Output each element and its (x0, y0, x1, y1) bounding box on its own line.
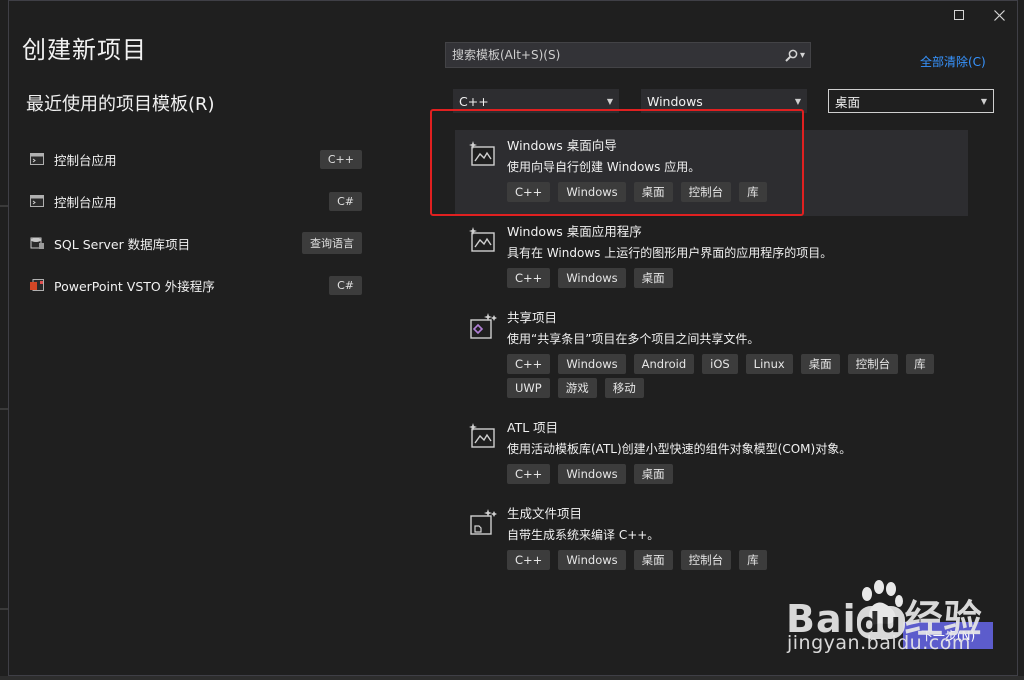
template-name: 生成文件项目 (507, 506, 583, 521)
template-tag: 桌面 (633, 464, 673, 484)
template-name: 共享项目 (507, 310, 558, 325)
project-type-filter-select[interactable]: 桌面 ▼ (828, 89, 994, 113)
template-tag: 控制台 (847, 354, 899, 374)
maximize-icon (954, 10, 964, 20)
template-description: 使用活动模板库(ATL)创建小型快速的组件对象模型(COM)对象。 (507, 442, 852, 456)
template-tag: C++ (507, 354, 551, 374)
language-filter-value: C++ (459, 93, 489, 109)
template-description: 自带生成系统来编译 C++。 (507, 528, 660, 542)
recent-item-tag: C# (329, 191, 362, 211)
template-tag: Windows (558, 354, 626, 374)
chevron-down-icon: ▾ (799, 49, 806, 61)
selection-highlight-annotation (430, 109, 804, 216)
template-tags: C++ Windows 桌面 (507, 268, 968, 292)
template-tag: 库 (906, 354, 934, 374)
recent-item-name: SQL Server 数据库项目 (54, 236, 191, 252)
template-tag: 移动 (604, 378, 644, 398)
template-tag: 库 (739, 550, 767, 570)
search-options-button[interactable]: ▾ (780, 43, 810, 67)
recent-item[interactable]: 控制台应用 C++ (26, 138, 362, 180)
recent-item-name: 控制台应用 (54, 194, 117, 210)
desktop-app-icon (469, 227, 495, 252)
recent-item[interactable]: 控制台应用 C# (26, 180, 362, 222)
background-edge (0, 205, 8, 207)
recent-templates-heading: 最近使用的项目模板(R) (26, 94, 215, 115)
background-edge (0, 608, 8, 610)
template-search-box: ▾ (445, 42, 811, 68)
platform-filter-value: Windows (647, 93, 703, 109)
template-description: 具有在 Windows 上运行的图形用户界面的应用程序的项目。 (507, 246, 833, 260)
makefile-project-icon (470, 509, 497, 535)
close-icon (993, 9, 1005, 21)
baidu-watermark-url: jingyan.baidu.com (787, 632, 971, 654)
template-tag: 桌面 (800, 354, 840, 374)
template-name: Windows 桌面应用程序 (507, 224, 642, 239)
template-tag: Windows (558, 268, 626, 288)
recent-item-tag: C# (329, 275, 362, 295)
chevron-down-icon: ▼ (794, 96, 801, 106)
template-tag: 桌面 (633, 550, 673, 570)
clear-all-link[interactable]: 全部清除(C) (920, 53, 986, 70)
recent-item-name: PowerPoint VSTO 外接程序 (54, 278, 215, 294)
close-button[interactable] (984, 4, 1014, 26)
recent-item[interactable]: PowerPoint VSTO 外接程序 C# (26, 264, 362, 306)
template-tag: UWP (507, 378, 550, 398)
template-item[interactable]: ATL 项目 使用活动模板库(ATL)创建小型快速的组件对象模型(COM)对象。… (455, 412, 968, 498)
template-item[interactable]: 共享项目 使用“共享条目”项目在多个项目之间共享文件。 C++ Windows … (455, 302, 968, 412)
powerpoint-icon (30, 279, 44, 291)
template-tag: C++ (507, 268, 551, 288)
template-tag: iOS (702, 354, 738, 374)
atl-project-icon (469, 423, 495, 448)
console-app-icon (30, 195, 44, 207)
template-tag: 桌面 (633, 268, 673, 288)
shared-project-icon (470, 313, 497, 339)
template-tag: 游戏 (557, 378, 597, 398)
template-tag: Android (633, 354, 695, 374)
chevron-down-icon: ▼ (980, 96, 987, 106)
background-edge (0, 408, 8, 410)
template-tag: C++ (507, 550, 551, 570)
template-tag: Linux (745, 354, 793, 374)
template-tags: C++ Windows 桌面 (507, 464, 968, 488)
database-icon (30, 237, 44, 249)
template-description: 使用“共享条目”项目在多个项目之间共享文件。 (507, 332, 760, 346)
recent-item[interactable]: SQL Server 数据库项目 查询语言 (26, 222, 362, 264)
recent-item-tag: 查询语言 (302, 232, 362, 254)
search-icon (785, 49, 798, 62)
template-tags: C++ Windows 桌面 控制台 库 (507, 550, 968, 574)
template-tag: 控制台 (680, 550, 732, 570)
project-type-filter-value: 桌面 (835, 94, 861, 110)
background-strip (0, 676, 1024, 680)
recent-templates-list: 控制台应用 C++ 控制台应用 C# SQL Server 数据库项目 查询语言… (26, 138, 362, 306)
maximize-button[interactable] (944, 4, 974, 26)
template-item[interactable]: 生成文件项目 自带生成系统来编译 C++。 C++ Windows 桌面 控制台… (455, 498, 968, 584)
recent-item-name: 控制台应用 (54, 152, 117, 168)
template-search-input[interactable] (446, 47, 780, 63)
console-app-icon (30, 153, 44, 165)
template-tag: C++ (507, 464, 551, 484)
recent-item-tag: C++ (319, 149, 362, 169)
template-name: ATL 项目 (507, 420, 559, 435)
dialog-title: 创建新项目 (22, 36, 147, 64)
template-tags: C++ Windows Android iOS Linux 桌面 控制台 库 U… (507, 354, 968, 402)
template-tag: Windows (558, 550, 626, 570)
template-tag: Windows (558, 464, 626, 484)
template-item[interactable]: Windows 桌面应用程序 具有在 Windows 上运行的图形用户界面的应用… (455, 216, 968, 302)
chevron-down-icon: ▼ (606, 96, 613, 106)
